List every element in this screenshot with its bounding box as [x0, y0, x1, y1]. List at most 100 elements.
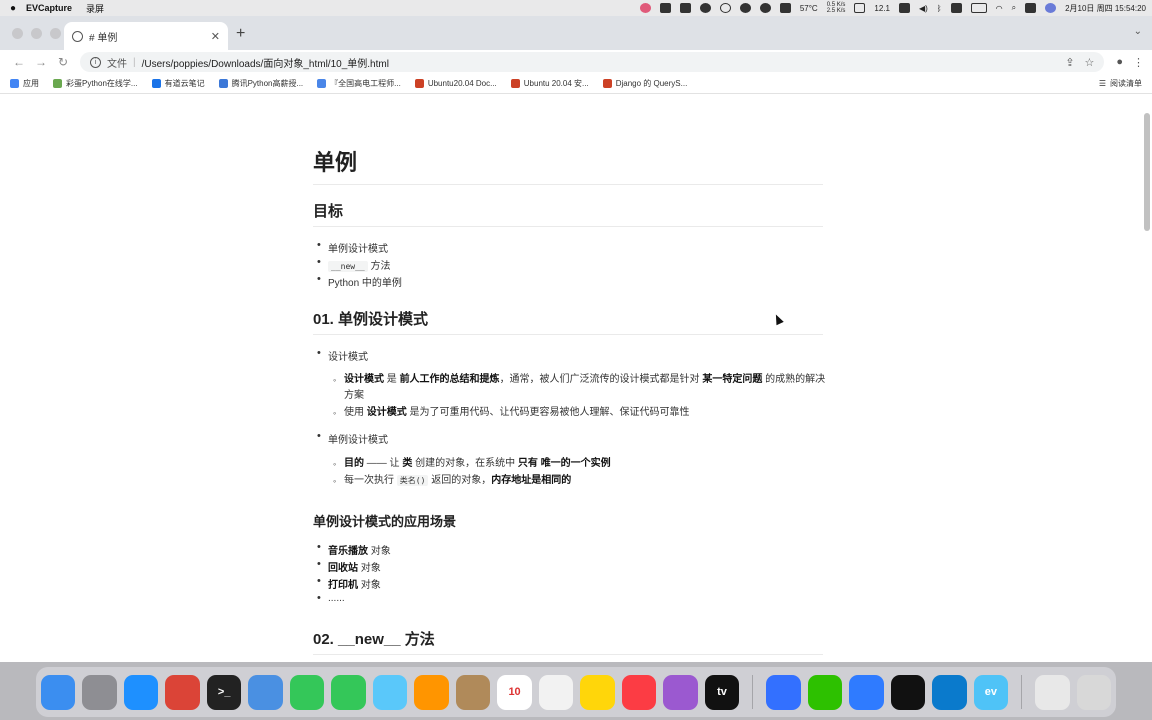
- bookmark-favicon-icon: [151, 79, 161, 88]
- control-center-icon[interactable]: [1025, 3, 1037, 13]
- finder-icon[interactable]: [41, 674, 76, 710]
- bold-text: 前人工作的总结和提炼: [399, 374, 500, 385]
- bookmark-favicon-icon: [317, 79, 327, 88]
- clock[interactable]: 2月10日 周四 15:54:20: [1065, 3, 1146, 14]
- status-app-icon[interactable]: [898, 3, 910, 13]
- volume-icon[interactable]: ◀): [919, 4, 928, 13]
- inline-code: __new__: [328, 261, 368, 272]
- list-item: 单例设计模式: [317, 239, 388, 255]
- messages-icon[interactable]: [331, 674, 366, 710]
- globe-icon: [72, 30, 83, 42]
- back-button[interactable]: ←: [8, 55, 30, 69]
- bold-text: 某一特定问题: [702, 374, 763, 385]
- bookmark-item[interactable]: 『全国高电工程师...: [317, 78, 401, 89]
- wifi-icon[interactable]: ◠: [996, 4, 1003, 13]
- terminal-icon[interactable]: >_: [206, 674, 242, 710]
- minimize-window-button[interactable]: [31, 28, 42, 39]
- tab-title: # 单例: [89, 32, 118, 44]
- bookmark-item[interactable]: Ubuntu 20.04 安...: [510, 78, 589, 89]
- bold-text: 只有: [517, 458, 538, 469]
- status-app-icon[interactable]: [950, 3, 962, 13]
- bold-text: 打印机: [328, 580, 358, 591]
- close-tab-icon[interactable]: ✕: [211, 30, 220, 43]
- reload-button[interactable]: ↻: [52, 55, 74, 69]
- preview-icon[interactable]: [1035, 674, 1070, 710]
- contacts-icon[interactable]: [455, 674, 491, 710]
- vscode-icon[interactable]: [932, 674, 967, 710]
- feishu-icon[interactable]: [766, 674, 801, 710]
- status-app-icon[interactable]: [659, 3, 671, 13]
- bookmark-label: 彩蛋Python在线学...: [66, 79, 138, 88]
- text: 返回的对象，: [428, 475, 492, 486]
- bookmark-item[interactable]: 腾讯Python高薪授...: [218, 78, 303, 89]
- address-url[interactable]: /Users/poppies/Downloads/面向对象_html/10_单例…: [142, 55, 389, 70]
- qq-status-icon[interactable]: [699, 3, 711, 13]
- evcapture-icon[interactable]: ev: [973, 674, 1009, 710]
- browser-window: # 单例 ✕ + ⌄ ← → ↻ i 文件 | /Users/poppies/D…: [0, 16, 1152, 662]
- bookmark-item[interactable]: Ubuntu20.04 Doc...: [414, 79, 497, 88]
- list-item: 单例设计模式: [317, 430, 388, 446]
- trash-icon[interactable]: [1076, 674, 1112, 710]
- list-item: 回收站 对象: [317, 558, 381, 574]
- tab-active[interactable]: # 单例 ✕: [64, 22, 228, 50]
- qq-icon[interactable]: [890, 674, 926, 710]
- forward-button[interactable]: →: [30, 55, 52, 69]
- chrome-icon[interactable]: [165, 674, 200, 710]
- photos-icon[interactable]: [414, 674, 449, 710]
- notes-icon[interactable]: [580, 674, 615, 710]
- heading-section-1: 01. 单例设计模式: [313, 308, 823, 335]
- new-tab-button[interactable]: +: [236, 25, 245, 43]
- tab-strip: # 单例 ✕ + ⌄: [0, 16, 1152, 50]
- reminders-icon[interactable]: [538, 674, 574, 710]
- text: 对象: [358, 563, 381, 574]
- calendar-icon[interactable]: 10: [497, 674, 532, 710]
- more-menu-icon[interactable]: ⋮: [1133, 56, 1144, 69]
- chat-status-icon[interactable]: [719, 3, 731, 13]
- baidunetdisk-icon[interactable]: [849, 674, 884, 710]
- status-app-icon[interactable]: [639, 3, 651, 13]
- close-window-button[interactable]: [12, 28, 23, 39]
- apple-menu-icon[interactable]: ●: [0, 3, 26, 14]
- bookmark-item[interactable]: 彩蛋Python在线学...: [53, 78, 138, 89]
- zoom-window-button[interactable]: [50, 28, 61, 39]
- bold-text: 回收站: [328, 563, 358, 574]
- list-item: 音乐播放 对象: [317, 541, 391, 557]
- app-name-menu[interactable]: EVCapture: [26, 3, 72, 13]
- wechat-icon[interactable]: [807, 674, 843, 710]
- info-icon[interactable]: i: [90, 56, 101, 68]
- podcasts-icon[interactable]: [663, 674, 698, 710]
- bookmark-item[interactable]: 有道云笔记: [151, 78, 205, 89]
- reading-list-button[interactable]: ☰ 阅读清单: [1099, 78, 1142, 89]
- tab-search-icon[interactable]: ⌄: [1134, 26, 1142, 37]
- bookmark-item[interactable]: Django 的 QueryS...: [602, 78, 687, 89]
- share-icon[interactable]: ⇪: [1065, 56, 1074, 69]
- siri-icon[interactable]: [1045, 3, 1057, 13]
- status-app-icon[interactable]: [779, 3, 791, 13]
- status-app-icon[interactable]: [679, 3, 691, 13]
- list-item-text: 方法: [370, 261, 391, 272]
- safari-icon[interactable]: [123, 674, 159, 710]
- sub-list-item: 设计模式 是 前人工作的总结和提炼，通常，被人们广泛流传的设计模式都是针对 某一…: [333, 372, 828, 404]
- bluetooth-icon[interactable]: ᛒ: [937, 4, 942, 13]
- facetime-icon[interactable]: [289, 674, 325, 710]
- search-icon[interactable]: ⌕: [1012, 3, 1016, 13]
- profile-icon[interactable]: ●: [1116, 56, 1123, 69]
- battery-icon[interactable]: [970, 3, 987, 13]
- monitor-icon[interactable]: [854, 3, 866, 13]
- bookmark-star-icon[interactable]: ☆: [1084, 56, 1094, 69]
- maps-icon[interactable]: [372, 674, 408, 710]
- music-icon[interactable]: [621, 674, 657, 710]
- record-menu[interactable]: 录屏: [86, 2, 104, 15]
- scrollbar-thumb[interactable]: [1144, 113, 1150, 231]
- appletv-icon[interactable]: tv: [704, 674, 740, 710]
- sync-status-icon[interactable]: [739, 3, 751, 13]
- bookmark-label: 『全国高电工程师...: [330, 79, 401, 88]
- bookmark-favicon-icon: [218, 79, 228, 88]
- wechat-status-icon[interactable]: [759, 3, 771, 13]
- page-content[interactable]: 单例 目标 单例设计模式 __new__ 方法 Python 中的单例 01. …: [0, 111, 1152, 662]
- mail-icon[interactable]: [248, 674, 283, 710]
- launchpad-icon[interactable]: [82, 674, 117, 710]
- inline-code: 类名(): [396, 475, 429, 486]
- address-bar[interactable]: i 文件 | /Users/poppies/Downloads/面向对象_htm…: [80, 52, 1105, 72]
- bookmark-item[interactable]: 应用: [10, 78, 39, 89]
